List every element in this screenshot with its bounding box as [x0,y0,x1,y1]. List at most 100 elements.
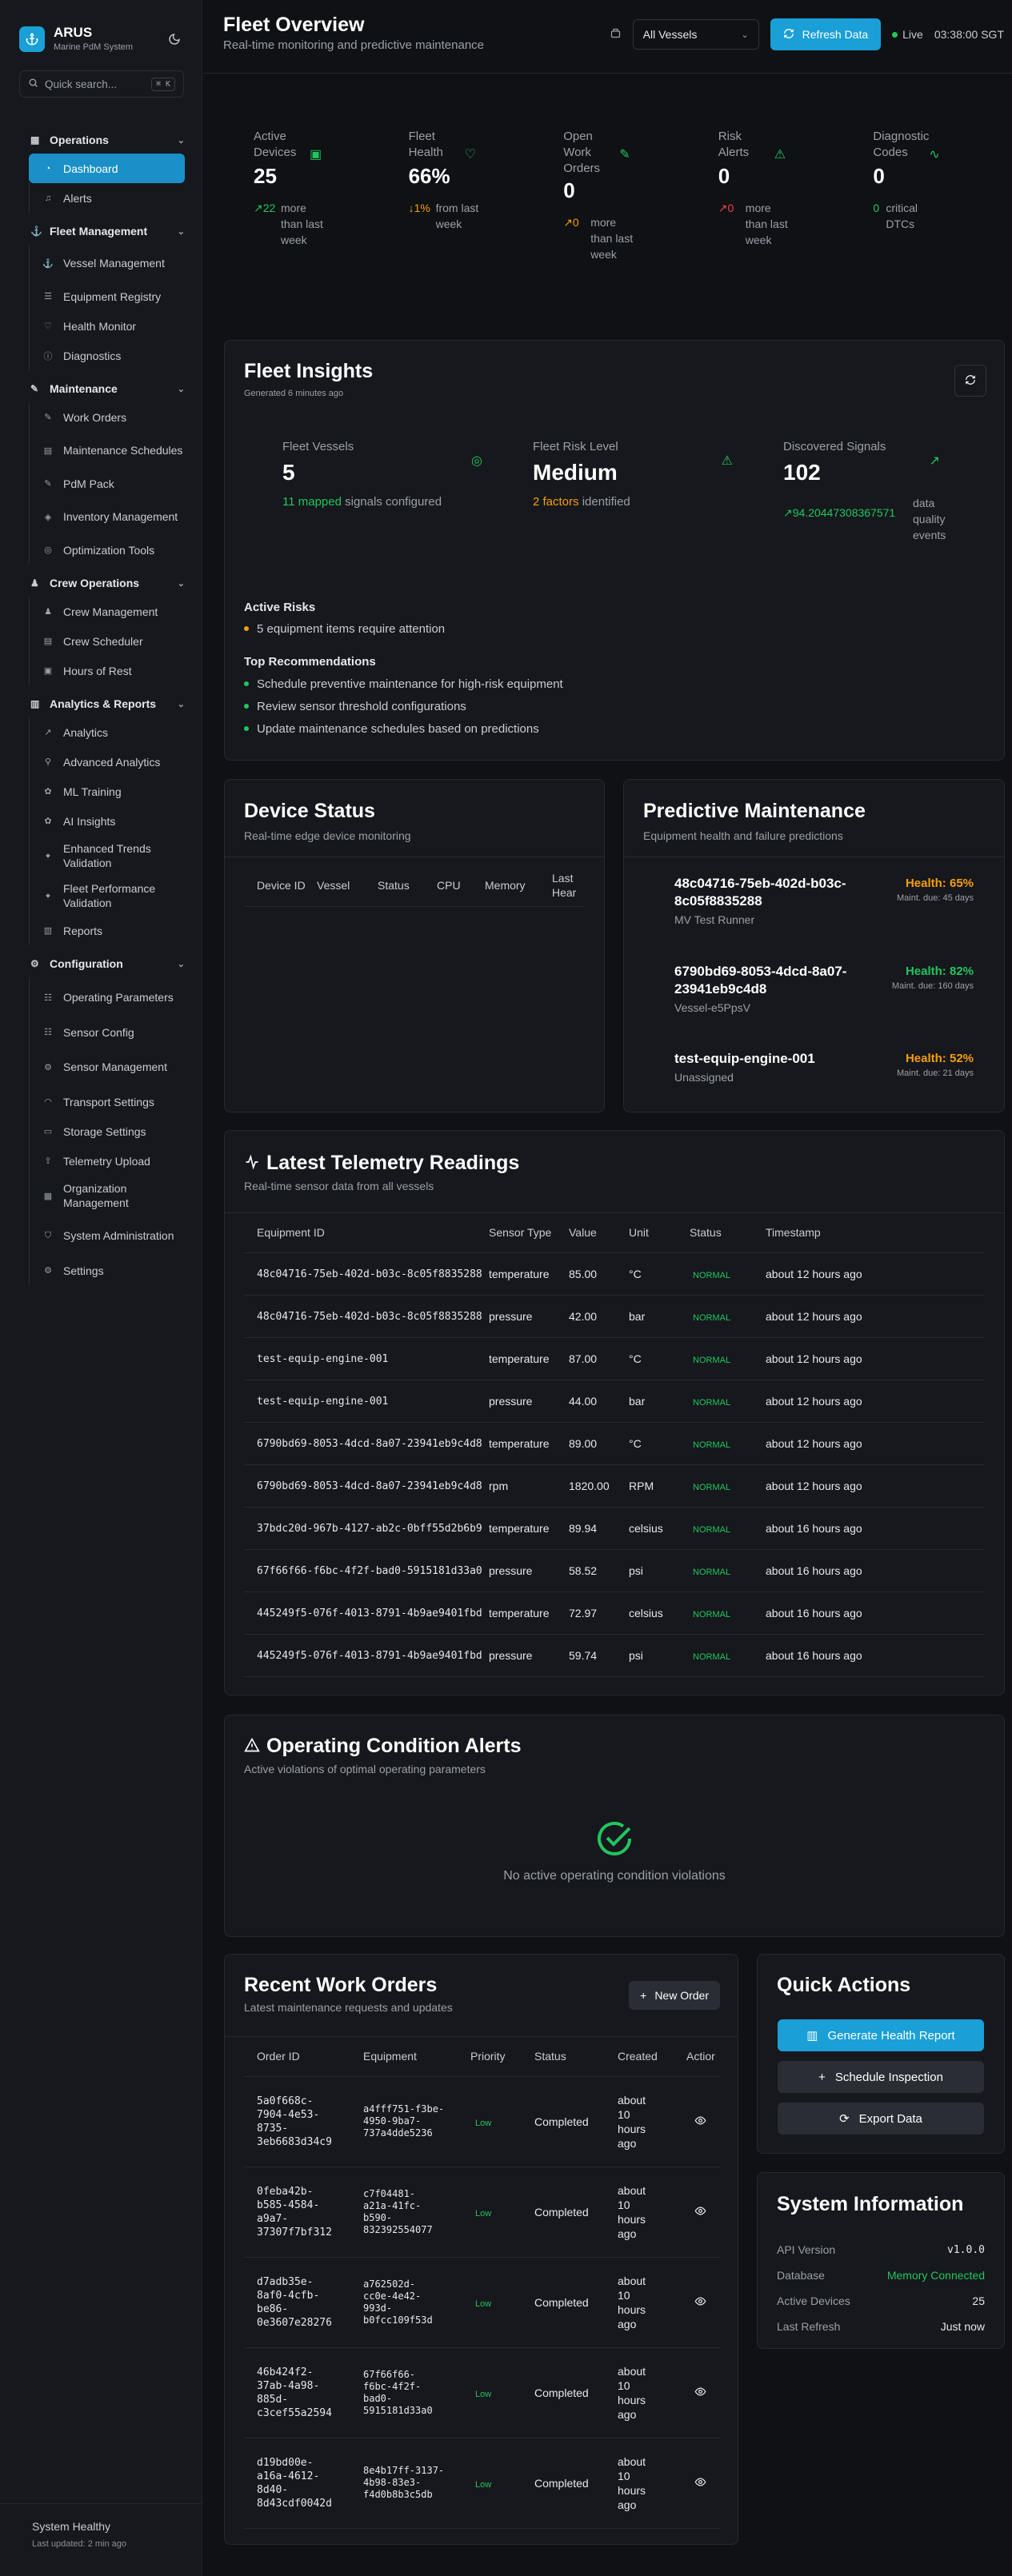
status-cell: NORMAL [690,1422,766,1465]
sidebar-item-ai-insights[interactable]: ✿ AI Insights [29,806,185,836]
sparkle-icon: ✦ [44,891,52,901]
sidebar-item-label: Reports [63,924,103,937]
nav-group-maintenance[interactable]: ✎ Maintenance ⌄ [0,375,202,402]
nav-group-fleet[interactable]: ⚓ Fleet Management ⌄ [0,218,202,245]
eye-icon[interactable] [694,2296,706,2310]
sidebar-item-dashboard[interactable]: ◔ Dashboard [29,154,185,183]
equipment-id-cell: 445249f5-076f-4013-8791-4b9ae9401fbd [244,1592,489,1635]
sidebar-item-storage-settings[interactable]: ▭ Storage Settings [29,1116,185,1146]
sidebar-item-hours-of-rest[interactable]: ▣ Hours of Rest [29,656,185,685]
refresh-insights-button[interactable] [954,365,986,397]
cell-text: temperature [489,1352,550,1365]
nav-group-configuration[interactable]: ⚙ Configuration ⌄ [0,950,202,977]
sidebar-item-ml-training[interactable]: ✿ ML Training [29,777,185,806]
sidebar-item-operating-parameters[interactable]: ☷ Operating Parameters [29,977,185,1017]
table-row[interactable]: 48c04716-75eb-402d-b03c-8c05f8835288 temp… [244,1252,985,1296]
sidebar-item-crew-scheduler[interactable]: ▤ Crew Scheduler [29,626,185,656]
sidebar-item-alerts[interactable]: ♫ Alerts [29,183,185,213]
sidebar-item-maintenance-schedules[interactable]: ▤ Maintenance Schedules [29,432,185,469]
moon-icon[interactable] [165,30,184,49]
table-row[interactable]: 5a0f668c- 7904-4e53- 8735- 3eb6683d34c9 a4ff… [244,2076,721,2167]
new-order-button[interactable]: + New Order [629,1981,720,2010]
table-row[interactable]: 6790bd69-8053-4dcd-8a07-23941eb9c4d8 temp… [244,1422,985,1465]
equipment-line: 67f66f66- [363,2368,416,2380]
table-row[interactable]: 6790bd69-8053-4dcd-8a07-23941eb9c4d8 rpm 1… [244,1464,985,1508]
eye-icon[interactable] [694,2477,706,2490]
table-row[interactable]: test-equip-engine-001 pressure 44.00 bar NOR… [244,1380,985,1423]
table-row[interactable]: 46b424f2- 37ab-4a98- 885d-c3cef55a2594 67f6… [244,2347,721,2438]
sidebar-item-label: Crew Management [63,605,158,618]
eye-icon[interactable] [694,2115,706,2129]
sidebar-item-organization-management[interactable]: ▦ Organization Management [29,1176,185,1216]
sidebar-item-optimization-tools[interactable]: ◎ Optimization Tools [29,535,185,565]
cell-text: pressure [489,1309,533,1323]
nav-group-operations[interactable]: ▦ Operations ⌄ [0,126,202,154]
sidebar-item-enhanced-trends[interactable]: ✦ Enhanced Trends Validation [29,836,185,876]
table-row[interactable]: 67f66f66-f6bc-4f2f-bad0-5915181d33a0 pres… [244,1549,985,1592]
table-row[interactable]: 445249f5-076f-4013-8791-4b9ae9401fbd temp… [244,1592,985,1635]
prediction-item[interactable]: test-equip-engine-001 Unassigned Health:… [674,1050,974,1098]
table-row[interactable]: 48c04716-75eb-402d-b03c-8c05f8835288 pres… [244,1295,985,1338]
sidebar-item-pdm-pack[interactable]: ✎ PdM Pack [29,469,185,498]
info-value: v1.0.0 [947,2243,985,2256]
value-cell: 87.00 [569,1337,629,1380]
sidebar-item-analytics[interactable]: ↗ Analytics [29,717,185,747]
eye-icon[interactable] [694,2386,706,2400]
sidebar-item-sensor-management[interactable]: ⚙ Sensor Management [29,1047,185,1087]
sidebar-item-fleet-performance[interactable]: ✦ Fleet Performance Validation [29,876,185,916]
sidebar-item-diagnostics[interactable]: ⓘ Diagnostics [29,341,185,370]
sidebar-item-sensor-config[interactable]: ☷ Sensor Config [29,1017,185,1047]
value-cell: 58.52 [569,1549,629,1592]
sidebar-item-inventory-management[interactable]: ◈ Inventory Management [29,498,185,535]
sidebar-item-reports[interactable]: ▥ Reports [29,916,185,945]
column-header: Equipment [363,2037,470,2077]
table-row[interactable]: test-equip-engine-001 temperature 87.00 °C N… [244,1337,985,1380]
refresh-button[interactable]: Refresh Data [770,18,882,50]
sidebar-item-system-administration[interactable]: ⛉ System Administration [29,1216,185,1256]
sidebar-item-telemetry-upload[interactable]: ⇪ Telemetry Upload [29,1146,185,1176]
table-row[interactable]: d7adb35e- 8af0-4cfb-be86- 0e3607e28276 a762… [244,2257,721,2348]
table-row[interactable]: 0feba42b-b585-4584- a9a7- 37307f7bf312 c7f0… [244,2167,721,2258]
cell-text: 67f66f66-f6bc-4f2f-bad0-5915181d33a0 [257,1565,482,1577]
eye-icon[interactable] [694,2206,706,2219]
bullet-dot [244,704,249,709]
button-label: Generate Health Report [827,2028,955,2043]
cell-text: bar [629,1394,646,1408]
prediction-item[interactable]: 48c04716-75eb-402d-b03c-8c05f8835288 MV … [674,875,974,939]
export-data-button[interactable]: ⟳ Export Data [778,2103,984,2135]
vessel-select[interactable]: All Vessels ⌄ [632,19,759,50]
calendar-icon: ▤ [43,445,53,456]
system-info-list: API Version v1.0.0 Database Memory Connect… [777,2237,985,2339]
sidebar-item-crew-management[interactable]: ♟ Crew Management [29,597,185,626]
cell-text: about 12 hours ago [766,1309,862,1323]
bar-chart-icon: ▥ [30,698,40,709]
stat-label: Open Work Orders [563,130,601,175]
anchor-icon[interactable] [19,26,45,52]
sidebar-item-work-orders[interactable]: ✎ Work Orders [29,402,185,432]
device-status-card: Device Status Real-time edge device moni… [224,779,605,1112]
sidebar-item-transport-settings[interactable]: ◠ Transport Settings [29,1087,185,1116]
unit-cell: celsius [629,1507,690,1550]
metric-discovered-signals: Discovered Signals ↗ 102 ↗94.20447308367… [783,440,983,543]
table-row[interactable]: d19bd00e-a16a-4612- 8d40- 8d43cdf0042d 8e4b… [244,2438,721,2529]
telemetry-heading: Latest Telemetry Readings [244,1152,519,1175]
sidebar-item-advanced-analytics[interactable]: ⚲ Advanced Analytics [29,747,185,777]
system-info-title: System Information [777,2193,964,2215]
created-line: ago [618,2498,637,2511]
table-row[interactable]: 37bdc20d-967b-4127-ab2c-0bff55d2b6b9 temp… [244,1507,985,1550]
generate-health-report-button[interactable]: ▥ Generate Health Report [778,2019,984,2051]
live-indicator: Live [892,28,923,41]
sidebar-item-health-monitor[interactable]: ♡ Health Monitor [29,311,185,341]
search-input[interactable]: Quick search... ⌘ K [19,70,184,98]
nav-group-crew[interactable]: ♟ Crew Operations ⌄ [0,569,202,597]
sidebar-item-equipment-registry[interactable]: ☰ Equipment Registry [29,282,185,311]
sidebar-item-settings[interactable]: ⚙ Settings [29,1256,185,1285]
stat-change: ↗0 [718,202,734,214]
prediction-item[interactable]: 6790bd69-8053-4dcd-8a07-23941eb9c4d8 Ves… [674,963,974,1027]
sidebar-item-vessel-management[interactable]: ⚓ Vessel Management [29,245,185,282]
sensor-type-cell: pressure [489,1380,569,1423]
table-row[interactable]: 445249f5-076f-4013-8791-4b9ae9401fbd pres… [244,1634,985,1677]
order-id-line: 885d- [257,2393,289,2406]
nav-group-analytics[interactable]: ▥ Analytics & Reports ⌄ [0,690,202,717]
schedule-inspection-button[interactable]: + Schedule Inspection [778,2061,984,2093]
